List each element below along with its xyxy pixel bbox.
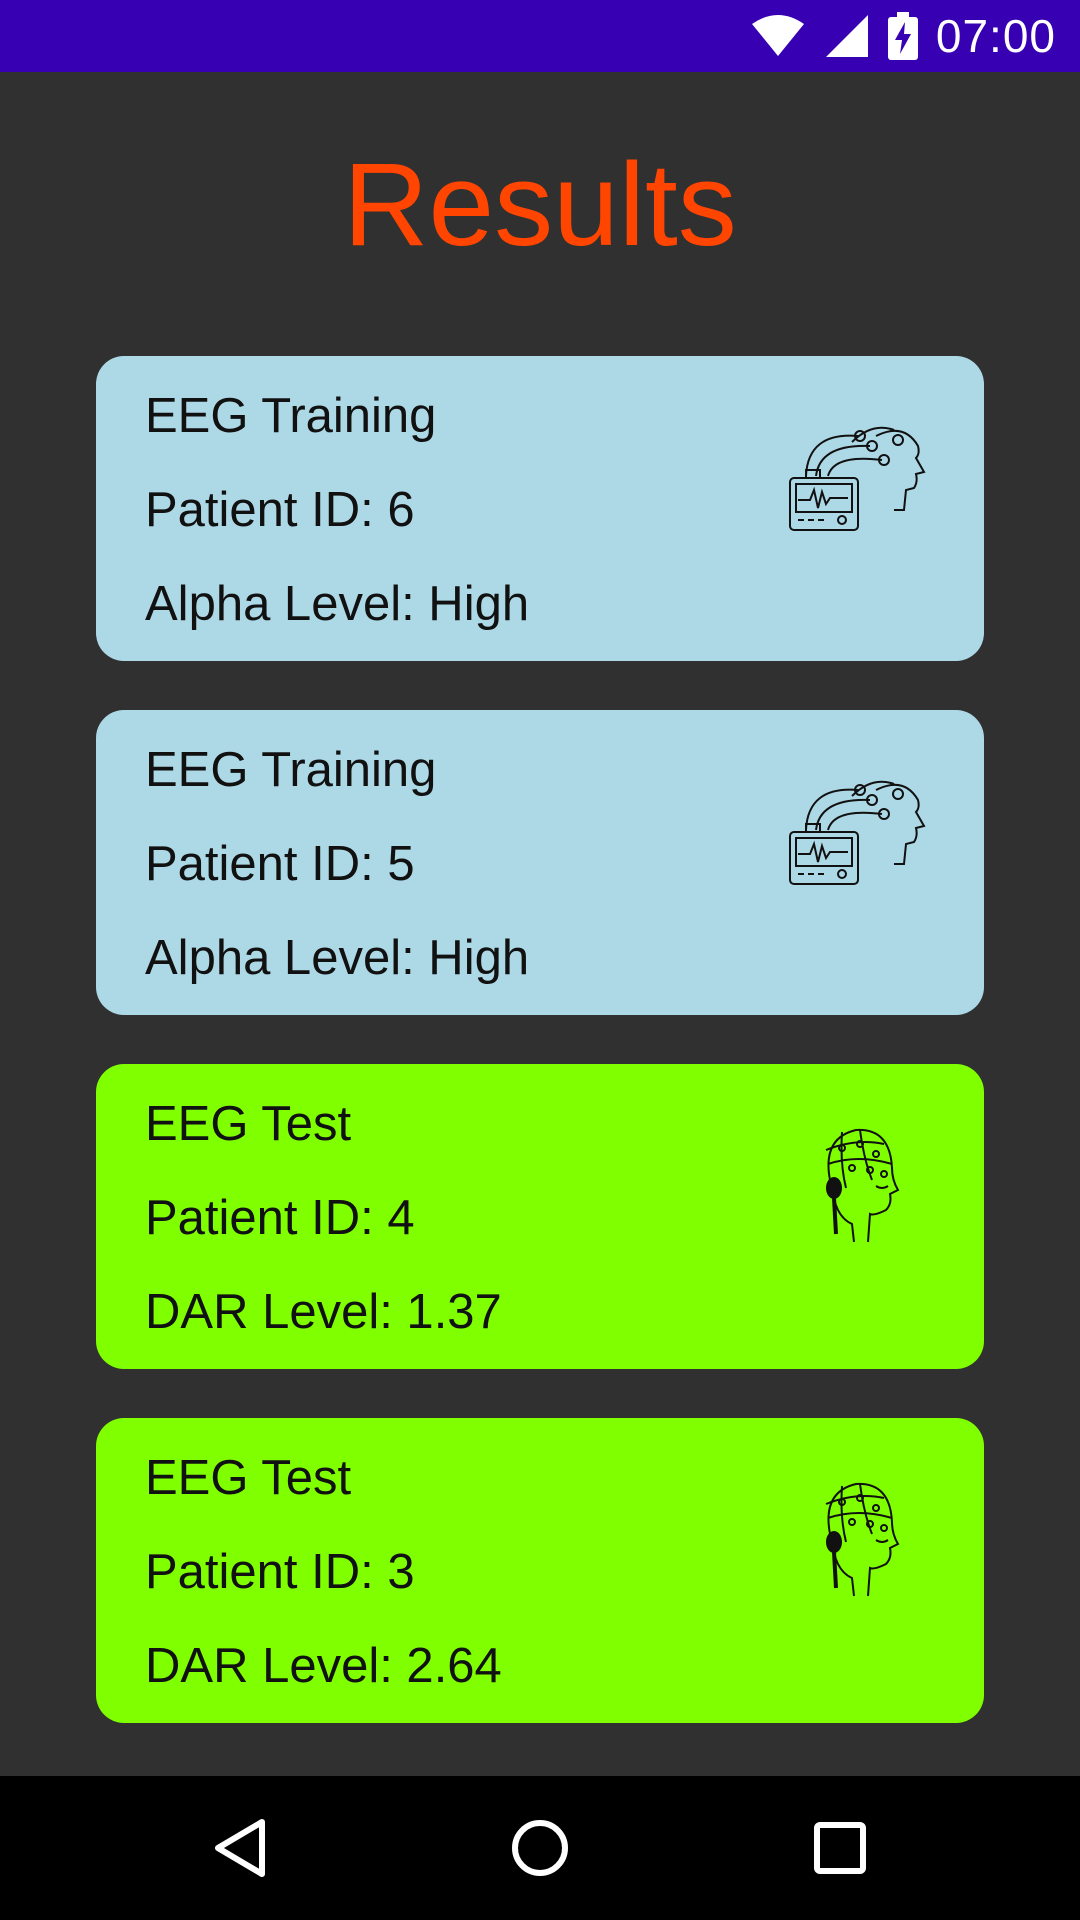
result-metric: DAR Level: 2.64 [145,1639,502,1693]
back-icon [215,1819,265,1877]
back-button[interactable] [180,1776,300,1920]
result-type: EEG Test [145,1451,352,1505]
recents-icon [814,1822,866,1874]
recents-button[interactable] [780,1776,900,1920]
patient-id: Patient ID: 3 [145,1545,415,1599]
home-icon [512,1820,568,1876]
eeg-cap-head-icon [825,1482,900,1597]
status-bar: 07:00 [0,0,1080,72]
navigation-bar [0,1776,1080,1920]
result-card[interactable]: EEG Training Patient ID: 6 Alpha Level: … [96,356,984,661]
result-type: EEG Training [145,743,437,797]
signal-icon [825,15,868,57]
battery-charging-icon [887,12,918,60]
result-card[interactable]: EEG Test Patient ID: 3 DAR Level: 2.64 [96,1418,984,1723]
wifi-icon [751,15,804,56]
eeg-cap-head-icon [825,1128,900,1243]
patient-id: Patient ID: 5 [145,837,415,891]
result-type: EEG Training [145,389,437,443]
result-card[interactable]: EEG Test Patient ID: 4 DAR Level: 1.37 [96,1064,984,1369]
eeg-monitor-head-icon [789,780,926,885]
page-title: Results [343,139,737,271]
eeg-monitor-head-icon [789,426,926,531]
status-icons: 07:00 [750,0,1056,72]
result-metric: DAR Level: 1.37 [145,1285,502,1339]
result-card[interactable]: EEG Training Patient ID: 5 Alpha Level: … [96,710,984,1015]
result-type: EEG Test [145,1097,352,1151]
home-button[interactable] [480,1776,600,1920]
result-metric: Alpha Level: High [145,931,530,985]
patient-id: Patient ID: 6 [145,483,415,537]
result-metric: Alpha Level: High [145,577,530,631]
status-time: 07:00 [935,10,1056,62]
patient-id: Patient ID: 4 [145,1191,415,1245]
